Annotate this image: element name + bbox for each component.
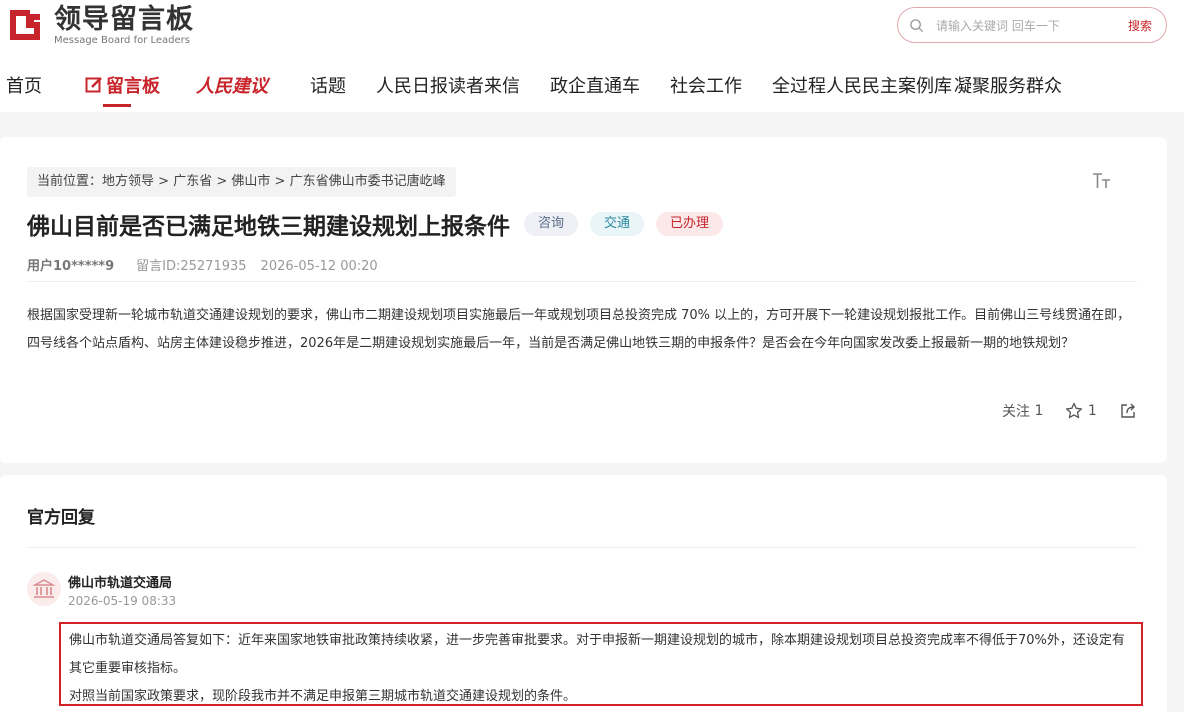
- nav-item-message-board-label: 留言板: [106, 76, 160, 97]
- search-input[interactable]: [936, 16, 1106, 36]
- logo-title: 领导留言板: [54, 4, 194, 35]
- nav-item-government-enterprise[interactable]: 政企直通车: [550, 72, 640, 98]
- status-badge: 已办理: [656, 212, 724, 236]
- message-time: 2026-05-12 00:20: [260, 259, 378, 274]
- breadcrumb-item-city[interactable]: 佛山市: [231, 174, 270, 189]
- breadcrumb-separator: >: [212, 174, 232, 189]
- reply-department: 佛山市轨道交通局: [68, 576, 173, 591]
- breadcrumb: 当前位置：地方领导 > 广东省 > 佛山市 > 广东省佛山市委书记唐屹峰: [27, 167, 456, 197]
- breadcrumb-item-local-leaders[interactable]: 地方领导: [102, 174, 154, 189]
- title-row: 佛山目前是否已满足地铁三期建设规划上报条件 咨询 交通 已办理: [27, 207, 724, 241]
- divider: [27, 547, 1137, 548]
- government-building-icon: [27, 572, 61, 606]
- message-meta: 用户10*****9 留言ID:25271935 2026-05-12 00:20: [27, 255, 378, 274]
- nav-item-home[interactable]: 首页: [6, 72, 42, 98]
- site-logo[interactable]: 领导留言板 Message Board for Leaders: [6, 4, 194, 46]
- follow-count: 1: [1034, 403, 1044, 419]
- tag-traffic: 交通: [590, 212, 645, 236]
- active-nav-indicator: [103, 104, 131, 107]
- star-count: 1: [1087, 403, 1097, 419]
- main-nav: 首页 留言板 人民建议 话题 人民日报读者来信 政企直通车 社会工作 全过程人民…: [0, 66, 1184, 106]
- tag-consult: 咨询: [524, 212, 579, 236]
- search-box: 搜索: [897, 7, 1167, 43]
- divider: [27, 281, 1137, 282]
- reply-paragraph: 佛山市轨道交通局答复如下：近年来国家地铁审批政策持续收紧，进一步完善审批要求。对…: [69, 633, 1125, 676]
- follow-label: 关注: [1002, 404, 1030, 420]
- logo-subtitle: Message Board for Leaders: [54, 35, 191, 46]
- breadcrumb-prefix: 当前位置：: [37, 174, 103, 189]
- official-reply-card: 官方回复 佛山市轨道交通局 2026-05-19 08:33 佛山市轨道交通局答…: [0, 475, 1167, 712]
- message-id: 留言ID:25271935: [136, 259, 247, 274]
- search-button[interactable]: 搜索: [1128, 17, 1152, 34]
- top-header: 领导留言板 Message Board for Leaders 搜索 首页 留言…: [0, 0, 1184, 112]
- share-icon: [1121, 403, 1135, 418]
- nav-item-topics[interactable]: 话题: [310, 72, 346, 98]
- star-button[interactable]: 1: [1065, 402, 1097, 420]
- nav-item-message-board[interactable]: 留言板: [85, 72, 160, 98]
- message-card: 当前位置：地方领导 > 广东省 > 佛山市 > 广东省佛山市委书记唐屹峰 佛山目…: [0, 137, 1167, 463]
- message-title: 佛山目前是否已满足地铁三期建设规划上报条件: [27, 214, 510, 240]
- nav-item-serve-public[interactable]: 凝聚服务群众: [954, 72, 1062, 98]
- share-button[interactable]: [1119, 402, 1137, 420]
- follow-button[interactable]: 关注 1: [1002, 401, 1043, 421]
- search-icon: [910, 19, 924, 33]
- breadcrumb-separator: >: [270, 174, 290, 189]
- reply-section-title: 官方回复: [27, 508, 95, 528]
- nav-item-people-suggestions[interactable]: 人民建议: [196, 72, 268, 98]
- message-user: 用户10*****9: [27, 259, 115, 274]
- nav-item-social-work[interactable]: 社会工作: [670, 72, 742, 98]
- message-content: 根据国家受理新一轮城市轨道交通建设规划的要求，佛山市二期建设规划项目实施最后一年…: [27, 308, 1131, 351]
- font-size-icon[interactable]: [1092, 172, 1112, 194]
- breadcrumb-item-leader[interactable]: 广东省佛山市委书记唐屹峰: [290, 174, 446, 189]
- reply-paragraph: 对照当前国家政策要求，现阶段我市并不满足申报第三期城市轨道交通建设规划的条件。: [69, 689, 577, 704]
- nav-item-democracy-cases[interactable]: 全过程人民民主案例库: [772, 72, 952, 98]
- star-icon: [1066, 402, 1083, 419]
- nav-item-readers-letters[interactable]: 人民日报读者来信: [376, 72, 520, 98]
- reply-content: 佛山市轨道交通局答复如下：近年来国家地铁审批政策持续收紧，进一步完善审批要求。对…: [59, 622, 1143, 706]
- edit-icon: [85, 77, 102, 93]
- breadcrumb-separator: >: [154, 174, 174, 189]
- message-actions: 关注 1 1: [1002, 401, 1137, 421]
- reply-time: 2026-05-19 08:33: [68, 594, 177, 608]
- breadcrumb-item-province[interactable]: 广东省: [173, 174, 212, 189]
- logo-icon: [6, 4, 46, 44]
